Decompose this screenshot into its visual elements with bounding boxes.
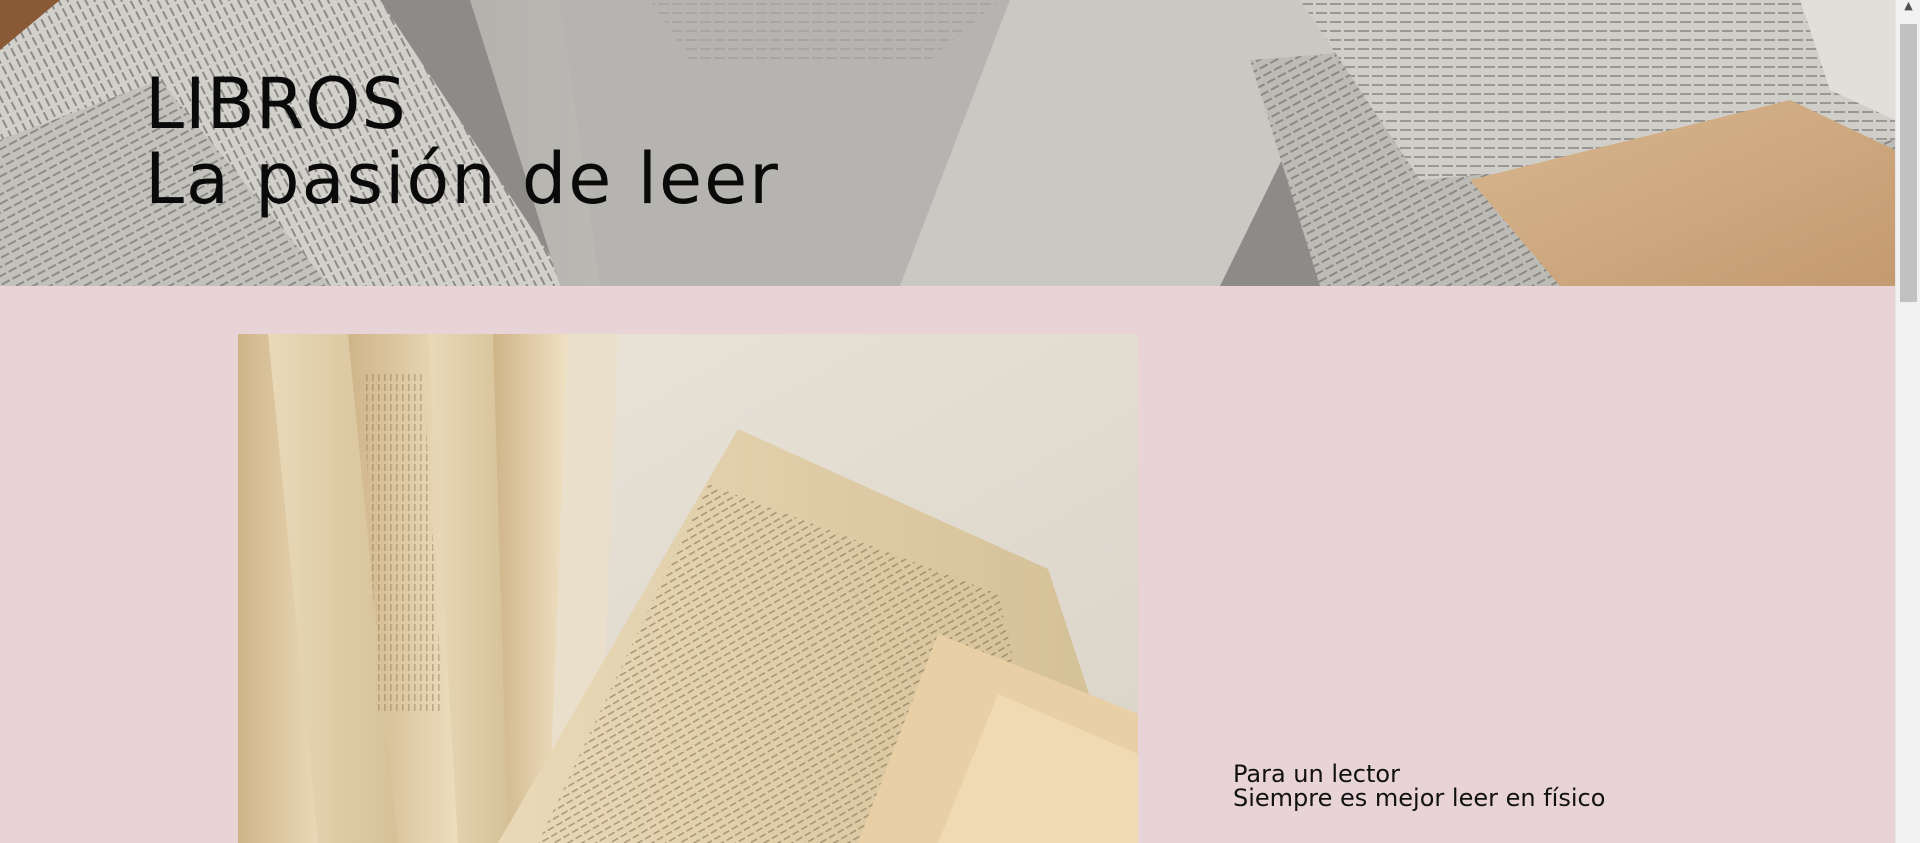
- scroll-up-arrow-icon[interactable]: ▲: [1896, 0, 1920, 22]
- vertical-scrollbar[interactable]: ▲: [1895, 0, 1920, 843]
- tagline-line-2: Siempre es mejor leer en físico: [1233, 784, 1606, 812]
- hero-banner: LIBROS La pasión de leer: [0, 0, 1895, 286]
- main-section: Para un lector Siempre es mejor leer en …: [0, 286, 1895, 843]
- fanned-book-pages-image: [238, 334, 1138, 843]
- tagline-line-1: Para un lector: [1233, 760, 1400, 788]
- site-subtitle: La pasión de leer: [145, 138, 780, 220]
- feature-image: [238, 334, 1138, 843]
- scroll-thumb[interactable]: [1900, 24, 1917, 302]
- tagline: Para un lector Siempre es mejor leer en …: [1233, 762, 1605, 810]
- site-title: LIBROS: [145, 63, 407, 145]
